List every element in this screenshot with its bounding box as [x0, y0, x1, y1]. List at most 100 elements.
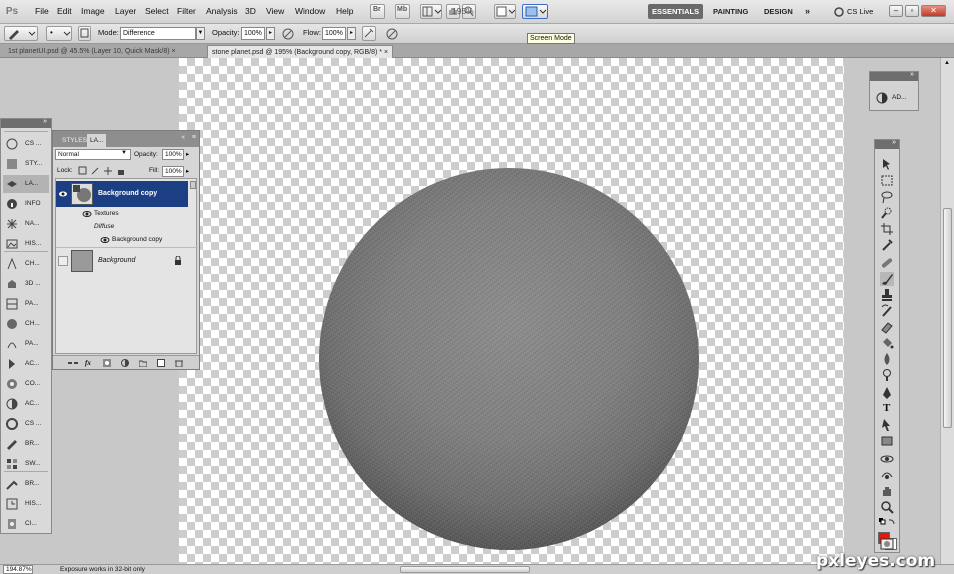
close-window-button[interactable]: ✕	[921, 5, 946, 17]
mini-bridge-button[interactable]: Mb	[395, 4, 410, 19]
menu-layer[interactable]: Layer	[115, 6, 136, 16]
screen-mode-button[interactable]	[522, 4, 548, 19]
panel-clone-source[interactable]: CI...	[3, 515, 49, 533]
lasso-tool[interactable]	[880, 190, 894, 204]
panel-adjustments[interactable]: AC...	[3, 395, 49, 413]
menu-3d[interactable]: 3D	[245, 6, 256, 16]
opacity-slider-arrow[interactable]: ▸	[266, 27, 275, 40]
chevron-down-icon[interactable]: ▼	[121, 150, 127, 156]
new-group-icon[interactable]	[139, 359, 147, 367]
brush-panel-toggle[interactable]	[78, 26, 91, 41]
new-layer-icon[interactable]	[157, 359, 165, 367]
eye-icon[interactable]	[58, 189, 68, 199]
path-selection-tool[interactable]	[880, 418, 894, 432]
shape-tool[interactable]	[880, 434, 894, 448]
close-tab-icon[interactable]: ×	[172, 48, 176, 55]
dodge-tool[interactable]	[880, 368, 894, 382]
blur-tool[interactable]	[880, 352, 894, 366]
panel-character[interactable]: CH...	[3, 255, 49, 273]
close-tab-icon[interactable]: ×	[384, 49, 388, 56]
brush-tool[interactable]	[880, 272, 894, 286]
vertical-scrollbar[interactable]: ▲	[940, 58, 954, 564]
panel-paragraph[interactable]: PA...	[3, 295, 49, 313]
crop-tool[interactable]	[880, 222, 894, 236]
panel-color[interactable]: CO...	[3, 375, 49, 393]
opacity-input[interactable]: 100%	[241, 27, 265, 40]
bridge-button[interactable]: Br	[370, 4, 385, 19]
layer-options-toggle[interactable]	[190, 181, 196, 189]
layer-row-background-copy[interactable]: Background copy	[56, 181, 188, 207]
clone-stamp-tool[interactable]	[880, 288, 894, 302]
3d-orbit-tool[interactable]	[880, 468, 894, 482]
dock-header[interactable]: »	[1, 118, 51, 128]
panel-styles[interactable]: STY...	[3, 155, 49, 173]
healing-brush-tool[interactable]	[880, 256, 894, 270]
tab-styles[interactable]: STYLES	[59, 134, 90, 147]
marquee-tool[interactable]	[880, 174, 894, 188]
tab-layers[interactable]: LA...	[87, 134, 107, 147]
delete-layer-icon[interactable]	[175, 359, 183, 367]
menu-help[interactable]: Help	[336, 6, 353, 16]
panel-3d[interactable]: 3D ...	[3, 275, 49, 293]
layer-row-texture-copy[interactable]: Background copy	[56, 233, 198, 247]
menu-select[interactable]: Select	[145, 6, 169, 16]
tab-1st-planet[interactable]: 1st planetUI.psd @ 45.5% (Layer 10, Quic…	[4, 45, 180, 58]
lock-options[interactable]	[78, 166, 138, 176]
horizontal-scrollbar-thumb[interactable]	[400, 566, 530, 573]
arrange-documents-button[interactable]	[494, 4, 516, 19]
flow-input[interactable]: 100%	[322, 27, 346, 40]
toolbar-header[interactable]: »	[875, 139, 899, 149]
maximize-button[interactable]: ▫	[905, 5, 919, 17]
minimize-button[interactable]: –	[889, 5, 903, 17]
panel-cs-live[interactable]: CS ...	[3, 135, 49, 153]
panel-history[interactable]: HIS...	[3, 495, 49, 513]
eyedropper-tool[interactable]	[880, 238, 894, 252]
add-mask-icon[interactable]	[103, 359, 111, 367]
panel-actions[interactable]: AC...	[3, 355, 49, 373]
fill-input[interactable]: 100%	[162, 166, 184, 177]
panel-menu-icon[interactable]: ≡	[192, 134, 196, 141]
move-tool[interactable]	[880, 157, 894, 171]
blend-mode-select[interactable]: Normal	[55, 149, 131, 160]
menu-analysis[interactable]: Analysis	[206, 6, 238, 16]
mode-select[interactable]: Difference	[120, 27, 196, 40]
dock-header[interactable]: »	[870, 71, 918, 81]
panel-brush-presets[interactable]: BR...	[3, 435, 49, 453]
brush-preset-picker[interactable]: •	[46, 26, 72, 41]
history-brush-tool[interactable]	[880, 304, 894, 318]
panel-paths[interactable]: PA...	[3, 335, 49, 353]
workspace-design[interactable]: DESIGN	[760, 4, 797, 19]
flow-slider-arrow[interactable]: ▸	[347, 27, 356, 40]
panel-adjustments[interactable]: AD...	[892, 94, 906, 101]
menu-filter[interactable]: Filter	[177, 6, 196, 16]
zoom-field[interactable]: 194.87%	[3, 565, 33, 574]
eye-icon[interactable]	[100, 235, 110, 245]
menu-edit[interactable]: Edit	[57, 6, 72, 16]
pen-tool[interactable]	[880, 386, 894, 400]
panel-info[interactable]: INFO	[3, 195, 49, 213]
hand-tool[interactable]	[880, 484, 894, 498]
scroll-up-icon[interactable]: ▲	[944, 60, 950, 66]
document-canvas[interactable]	[179, 58, 844, 564]
adjustment-layer-icon[interactable]	[121, 359, 129, 367]
gradient-tool[interactable]	[880, 336, 894, 350]
visibility-toggle[interactable]	[58, 256, 68, 266]
layer-style-icon[interactable]: fx	[85, 359, 93, 367]
layer-row-background[interactable]: Background	[56, 247, 198, 273]
quick-mask-icon[interactable]	[880, 538, 894, 550]
eye-icon[interactable]	[82, 209, 92, 219]
mode-dropdown-arrow[interactable]: ▼	[196, 27, 205, 40]
workspace-essentials[interactable]: ESSENTIALS	[648, 4, 704, 19]
layer-row-textures[interactable]: Textures	[56, 207, 198, 221]
workspace-painting[interactable]: PAINTING	[709, 4, 752, 19]
panel-layers[interactable]: LA...	[3, 175, 49, 193]
panel-navigator[interactable]: NA...	[3, 215, 49, 233]
cs-live-menu[interactable]: CS Live	[847, 7, 873, 16]
panel-cs-review[interactable]: CS ...	[3, 415, 49, 433]
collapse-icon[interactable]: «	[181, 134, 185, 141]
menu-file[interactable]: File	[35, 6, 49, 16]
panel-channels[interactable]: CH...	[3, 315, 49, 333]
type-tool[interactable]: T	[880, 402, 894, 416]
panel-brush[interactable]: BR...	[3, 475, 49, 493]
menu-view[interactable]: View	[266, 6, 284, 16]
